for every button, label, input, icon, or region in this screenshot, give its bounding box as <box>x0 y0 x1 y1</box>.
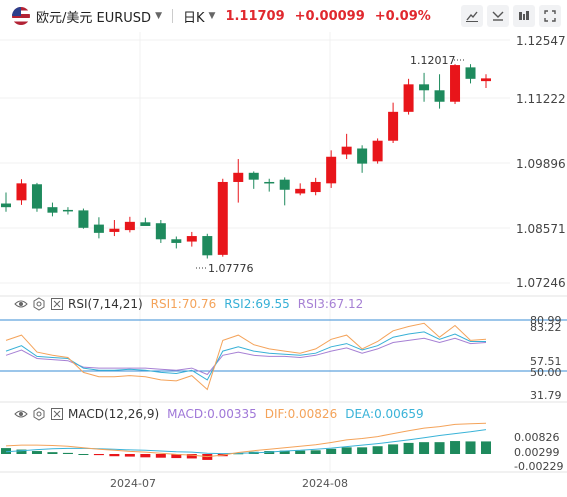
candle-body <box>357 148 368 164</box>
rsi-axis-label: 50.00 <box>530 366 562 379</box>
macd-legend: MACD(12,26,9) MACD:0.00335 DIF:0.00826 D… <box>14 406 432 422</box>
candle-body <box>31 184 42 209</box>
candle-body <box>155 223 166 240</box>
rsi3-line <box>5 337 487 376</box>
rsi3-value: RSI3:67.12 <box>297 297 364 311</box>
macd-histogram-bar <box>403 442 414 454</box>
candle-body <box>403 84 414 112</box>
candle-body <box>295 188 306 194</box>
high-label: 1.12017 <box>410 54 456 67</box>
macd-axis-label: -0.00229 <box>514 460 563 473</box>
macd-series <box>1 422 491 460</box>
candle-body <box>47 207 58 213</box>
dif-line <box>5 422 487 458</box>
macd-histogram-bar <box>357 447 368 454</box>
low-label: 1.07776 <box>208 262 254 275</box>
price-axis-label: 1.12547 <box>516 34 566 48</box>
rsi1-value: RSI1:70.76 <box>150 297 217 311</box>
candle-body <box>140 222 151 226</box>
x-axis-label: 2024-08 <box>302 477 348 490</box>
candle-body <box>78 210 89 228</box>
candle-body <box>248 172 259 180</box>
macd-histogram-bar <box>109 454 120 457</box>
macd-histogram-bar <box>93 454 104 456</box>
candle-body <box>481 78 491 82</box>
candle-body <box>465 67 476 79</box>
rsi-title: RSI(7,14,21) <box>68 297 143 311</box>
macd-histogram-bar <box>62 452 73 454</box>
macd-histogram-bar <box>295 450 306 454</box>
candle-body <box>16 183 27 201</box>
macd-histogram-bar <box>1 448 11 454</box>
macd-histogram-bar <box>434 442 445 454</box>
candle-body <box>310 181 321 193</box>
candle-body <box>450 65 461 102</box>
eye-icon[interactable] <box>14 407 28 421</box>
close-icon[interactable] <box>50 407 64 421</box>
candle-body <box>233 172 244 182</box>
dea-value: DEA:0.00659 <box>345 407 424 421</box>
candle-body <box>62 209 73 212</box>
macd-axis-label: 0.00826 <box>514 431 560 444</box>
rsi2-line <box>5 331 486 381</box>
candle-body <box>326 156 337 184</box>
macd-histogram-bar <box>465 441 476 454</box>
candle-body <box>202 236 213 256</box>
candle-body <box>372 140 383 162</box>
rsi-legend: RSI(7,14,21) RSI1:70.76 RSI2:69.55 RSI3:… <box>14 296 371 312</box>
dea-line <box>5 429 487 455</box>
rsi-axis-label: 83.22 <box>530 321 562 334</box>
candle-body <box>109 228 120 232</box>
price-axis-label: 1.11222 <box>516 92 566 106</box>
candle-body <box>217 181 228 255</box>
candle-body <box>93 224 104 233</box>
close-icon[interactable] <box>50 297 64 311</box>
candle-body <box>264 181 275 184</box>
macd-histogram-bar <box>47 452 58 454</box>
candle-body <box>434 90 445 102</box>
macd-axis-label: 0.00299 <box>514 446 560 459</box>
candle-body <box>279 179 290 190</box>
settings-icon[interactable] <box>32 407 46 421</box>
macd-title: MACD(12,26,9) <box>68 407 160 421</box>
macd-histogram-bar <box>481 441 491 454</box>
macd-histogram-bar <box>78 454 89 455</box>
macd-histogram-bar <box>31 451 42 454</box>
chart-canvas[interactable]: 1.12547 1.11222 1.09896 1.08571 1.07246 … <box>0 0 567 497</box>
candle-body <box>186 236 197 242</box>
macd-histogram-bar <box>450 441 461 454</box>
candle-body <box>388 111 399 141</box>
macd-histogram-bar <box>124 454 135 457</box>
price-axis-label: 1.09896 <box>516 157 566 171</box>
eye-icon[interactable] <box>14 297 28 311</box>
candle-body <box>1 203 11 208</box>
macd-histogram-bar <box>341 447 352 454</box>
macd-histogram-bar <box>419 442 430 454</box>
candle-body <box>341 146 352 155</box>
macd-histogram-bar <box>388 444 399 454</box>
candle-body <box>419 84 430 91</box>
candlestick-series <box>1 64 491 259</box>
candle-body <box>171 239 182 243</box>
settings-icon[interactable] <box>32 297 46 311</box>
macd-histogram-bar <box>372 446 383 454</box>
price-axis-label: 1.07246 <box>516 276 566 290</box>
rsi2-value: RSI2:69.55 <box>224 297 290 311</box>
macd-histogram-bar <box>140 454 151 458</box>
macd-histogram-bar <box>310 450 321 454</box>
price-axis-label: 1.08571 <box>516 222 566 236</box>
macd-value: MACD:0.00335 <box>167 407 257 421</box>
macd-histogram-bar <box>326 448 337 454</box>
rsi-axis-label: 31.79 <box>530 389 562 402</box>
x-axis-label: 2024-07 <box>110 477 156 490</box>
macd-histogram-bar <box>155 454 166 458</box>
candle-body <box>124 221 135 231</box>
rsi-series <box>5 322 487 391</box>
dif-value: DIF:0.00826 <box>264 407 338 421</box>
